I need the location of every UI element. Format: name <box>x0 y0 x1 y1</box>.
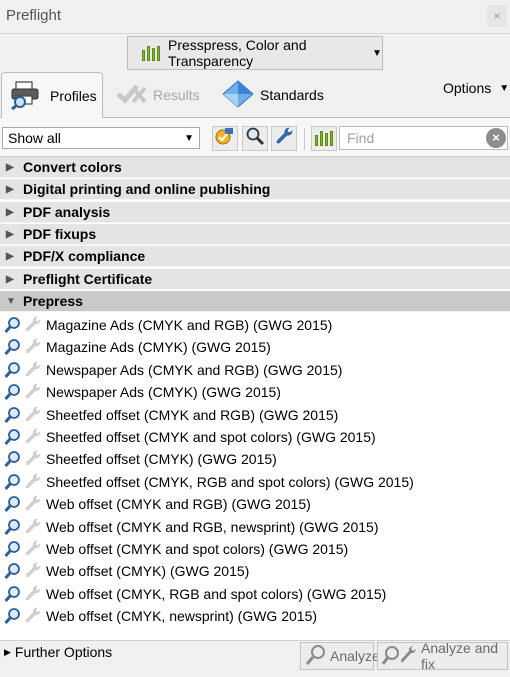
find-placeholder: Find <box>347 130 375 146</box>
profile-label: Magazine Ads (CMYK) (GWG 2015) <box>46 339 271 356</box>
show-all-select[interactable]: Show all ▼ <box>2 127 200 149</box>
tab-standards[interactable]: Standards <box>222 72 324 118</box>
chevron-down-icon: ▼ <box>184 132 194 144</box>
category-label: Preflight Certificate <box>23 271 153 287</box>
category-dropdown[interactable]: Presspress, Color and Transparency ▼ <box>127 36 383 70</box>
show-all-value: Show all <box>8 130 61 146</box>
category-label: PDF/X compliance <box>23 248 146 264</box>
analyze-and-fix-button[interactable]: Analyze and fix <box>377 640 508 672</box>
profile-label: Web offset (CMYK and spot colors) (GWG 2… <box>46 541 349 557</box>
close-button[interactable]: × <box>487 5 507 27</box>
category-row[interactable]: ▶ Preflight Certificate <box>0 269 510 290</box>
category-filter-button[interactable] <box>311 126 337 151</box>
inspect-button[interactable] <box>242 126 268 151</box>
triangle-right-icon: ▶ <box>6 229 14 240</box>
triangle-right-icon: ▶ <box>4 646 11 657</box>
profile-row[interactable]: Sheetfed offset (CMYK, RGB and spot colo… <box>0 471 510 493</box>
category-label: PDF fixups <box>23 226 97 242</box>
fixup-button[interactable] <box>271 126 297 151</box>
magnifier-icon <box>4 607 22 631</box>
triangle-right-icon: ▶ <box>6 274 14 285</box>
diamond-icon <box>222 79 254 111</box>
triangle-right-icon: ▶ <box>6 162 14 173</box>
tab-results[interactable]: Results <box>115 72 200 118</box>
toolbar-divider <box>304 128 305 150</box>
triangle-down-icon: ▼ <box>6 296 16 307</box>
window-title: Preflight <box>6 7 62 24</box>
profile-row[interactable]: Sheetfed offset (CMYK) (GWG 2015) <box>0 448 510 470</box>
clear-search-icon[interactable]: × <box>486 128 506 148</box>
further-options-label: Further Options <box>14 644 113 660</box>
magnifier-icon <box>245 126 265 151</box>
category-dropdown-label: Presspress, Color and Transparency <box>168 37 307 69</box>
analyze-button[interactable]: Analyze <box>300 642 380 670</box>
triangle-right-icon: ▶ <box>6 207 14 218</box>
analyze-fix-icon <box>381 644 418 669</box>
category-row-expanded[interactable]: ▼ Prepress <box>0 291 510 312</box>
profile-list: ▶ Convert colors ▶ Digital printing and … <box>0 156 510 640</box>
select-profiles-button[interactable] <box>212 126 238 151</box>
triangle-right-icon: ▶ <box>6 184 14 195</box>
profile-label: Sheetfed offset (CMYK and RGB) (GWG 2015… <box>46 406 339 423</box>
bars-icon <box>315 131 333 146</box>
profile-row[interactable]: Web offset (CMYK) (GWG 2015) <box>0 560 510 582</box>
category-row[interactable]: ▶ PDF fixups <box>0 224 510 245</box>
title-bar: Preflight × <box>0 0 510 34</box>
category-label: Digital printing and online publishing <box>23 181 271 197</box>
category-row[interactable]: ▶ Digital printing and online publishing <box>0 179 510 200</box>
profile-label: Newspaper Ads (CMYK and RGB) (GWG 2015) <box>46 361 343 378</box>
profile-label: Web offset (CMYK) (GWG 2015) <box>46 563 250 580</box>
profile-label: Web offset (CMYK and RGB, newsprint) (GW… <box>46 518 379 535</box>
bars-icon <box>142 45 160 61</box>
magnifier-icon <box>305 644 327 669</box>
chevron-down-icon: ▼ <box>372 47 382 59</box>
profile-label: Magazine Ads (CMYK and RGB) (GWG 2015) <box>46 317 333 333</box>
profile-label: Sheetfed offset (CMYK, RGB and spot colo… <box>46 473 414 490</box>
profile-filter-icon <box>215 126 235 151</box>
category-label: PDF analysis <box>23 204 111 220</box>
filter-toolbar: Show all ▼ Find × <box>0 118 510 156</box>
profile-row[interactable]: Web offset (CMYK and spot colors) (GWG 2… <box>0 538 510 560</box>
wrench-icon <box>24 607 42 631</box>
profile-row[interactable]: Web offset (CMYK and RGB, newsprint) (GW… <box>0 516 510 538</box>
find-input[interactable]: Find × <box>339 126 508 150</box>
profile-row[interactable]: Newspaper Ads (CMYK) (GWG 2015) <box>0 381 510 403</box>
analyze-fix-label: Analyze and fix <box>421 640 499 672</box>
profile-row[interactable]: Sheetfed offset (CMYK and RGB) (GWG 2015… <box>0 404 510 426</box>
tab-profiles[interactable]: Profiles <box>1 72 103 119</box>
category-row[interactable]: ▶ Convert colors <box>0 157 510 178</box>
profile-row[interactable]: Magazine Ads (CMYK and RGB) (GWG 2015) <box>0 314 510 336</box>
profile-label: Sheetfed offset (CMYK and spot colors) (… <box>46 429 376 445</box>
profile-label: Sheetfed offset (CMYK) (GWG 2015) <box>46 451 277 468</box>
options-menu[interactable]: Options ▼ <box>443 80 509 96</box>
further-options-toggle[interactable]: ▶ Further Options <box>4 644 112 660</box>
profile-row[interactable]: Sheetfed offset (CMYK and spot colors) (… <box>0 426 510 448</box>
tab-label: Standards <box>260 87 324 103</box>
profile-row[interactable]: Web offset (CMYK, newsprint) (GWG 2015) <box>0 605 510 627</box>
category-label: Convert colors <box>23 159 122 175</box>
chevron-down-icon: ▼ <box>499 82 510 94</box>
profile-label: Web offset (CMYK and RGB) (GWG 2015) <box>46 496 311 513</box>
category-row[interactable]: ▶ PDF/X compliance <box>0 246 510 267</box>
profile-row[interactable]: Web offset (CMYK and RGB) (GWG 2015) <box>0 493 510 515</box>
profile-label: Web offset (CMYK, newsprint) (GWG 2015) <box>46 608 318 625</box>
tab-bar: Profiles Results Standards <box>0 70 510 119</box>
profile-row[interactable]: Web offset (CMYK, RGB and spot colors) (… <box>0 583 510 605</box>
profile-label: Newspaper Ads (CMYK) (GWG 2015) <box>46 384 281 401</box>
tab-label: Results <box>153 87 200 103</box>
category-row[interactable]: ▶ PDF analysis <box>0 202 510 223</box>
profile-row[interactable]: Magazine Ads (CMYK) (GWG 2015) <box>0 336 510 358</box>
profile-label: Web offset (CMYK, RGB and spot colors) (… <box>46 585 387 602</box>
profile-row[interactable]: Newspaper Ads (CMYK and RGB) (GWG 2015) <box>0 359 510 381</box>
options-label: Options <box>443 80 492 96</box>
printer-magnifier-icon <box>10 80 44 113</box>
tab-label: Profiles <box>50 88 97 104</box>
analyze-label: Analyze <box>330 648 380 664</box>
wrench-icon <box>274 126 294 151</box>
bottom-bar: ▶ Further Options Analyze Analyze and fi… <box>0 640 510 677</box>
triangle-right-icon: ▶ <box>6 251 14 262</box>
results-icon <box>115 82 147 109</box>
category-label: Prepress <box>23 293 83 309</box>
